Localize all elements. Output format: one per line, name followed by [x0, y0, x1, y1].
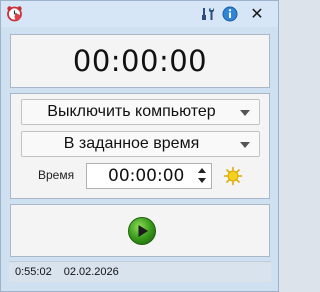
- info-icon[interactable]: [221, 5, 239, 23]
- status-date: 02.02.2026: [63, 266, 119, 278]
- mode-dropdown[interactable]: В заданное время: [21, 131, 260, 157]
- alarm-clock-icon: [6, 5, 23, 22]
- countdown-display: 00:00:00: [72, 44, 208, 78]
- close-button[interactable]: ✕: [245, 5, 269, 23]
- timer-panel: 00:00:00: [10, 34, 270, 88]
- spin-down-icon[interactable]: [198, 178, 206, 183]
- time-spinner[interactable]: [197, 167, 207, 185]
- mode-dropdown-value: В заданное время: [63, 135, 200, 152]
- status-time: 0:55:02: [15, 266, 52, 278]
- sun-icon[interactable]: [223, 166, 243, 186]
- chevron-down-icon: [240, 142, 250, 148]
- action-dropdown[interactable]: Выключить компьютер: [21, 99, 260, 125]
- title-bar: ✕: [1, 1, 278, 27]
- status-bar: 0:55:02 02.02.2026: [9, 261, 271, 282]
- time-input[interactable]: 00:00:00: [86, 163, 212, 189]
- chevron-down-icon: [240, 110, 250, 116]
- spin-up-icon[interactable]: [198, 168, 206, 173]
- settings-panel: Выключить компьютер В заданное время Вре…: [10, 93, 270, 199]
- app-window: ✕ 00:00:00 Выключить компьютер В заданно…: [0, 0, 279, 292]
- time-input-value: 00:00:00: [108, 166, 185, 186]
- play-icon[interactable]: [127, 216, 157, 246]
- action-dropdown-value: Выключить компьютер: [47, 103, 216, 120]
- control-panel: [10, 204, 270, 257]
- time-label: Время: [38, 168, 75, 182]
- tools-icon[interactable]: [199, 5, 217, 23]
